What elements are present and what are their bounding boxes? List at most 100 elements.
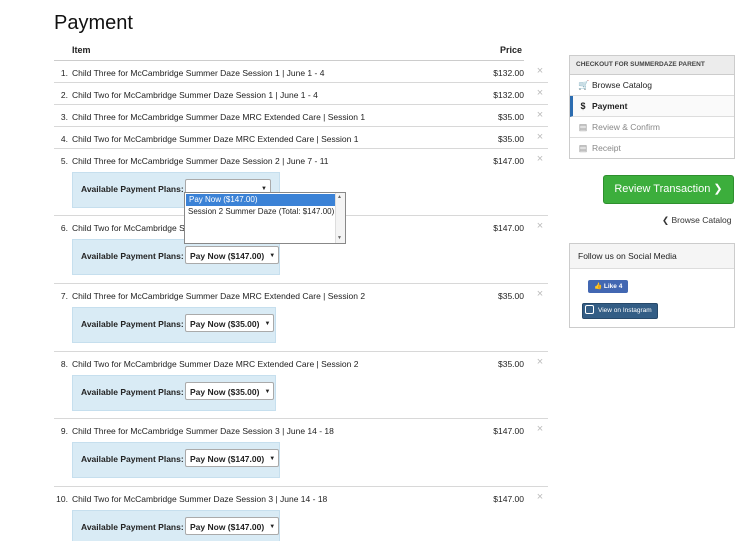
price-column-header: Price (499, 45, 522, 55)
browse-catalog-label: Browse Catalog (671, 215, 732, 225)
table-header: Item Price (54, 40, 524, 61)
item-price: $132.00 (493, 90, 524, 100)
step-review-confirm: ▤ Review & Confirm (570, 117, 734, 138)
step-payment[interactable]: $ Payment (570, 96, 734, 117)
item-name: Child Two for McCambridge Summer Daze MR… (72, 134, 359, 144)
checkout-header: CHECKOUT FOR SUMMERDAZE PARENT (570, 56, 734, 75)
table-row: 7. Child Three for McCambridge Summer Da… (54, 284, 548, 352)
instagram-button[interactable]: View on Instagram (582, 303, 658, 319)
item-price: $147.00 (493, 426, 524, 436)
facebook-like-label: Like 4 (603, 283, 623, 290)
payment-plan-box: Available Payment Plans: Pay Now ($147.0… (72, 510, 280, 541)
row-number: 10. (56, 494, 68, 504)
remove-icon[interactable]: × (534, 153, 546, 165)
dropdown-scrollbar[interactable]: ▲ ▼ (335, 193, 345, 243)
payment-plan-box: Available Payment Plans: Pay Now ($147.0… (72, 442, 280, 478)
payment-plan-select[interactable]: Pay Now ($147.00) ▼ (185, 517, 280, 535)
row-number: 2. (60, 90, 68, 100)
item-name: Child Two for McCambridge Summer Daze Se… (72, 494, 328, 504)
chevron-down-icon: ▼ (264, 321, 271, 327)
payment-plan-dropdown-list[interactable]: Pay Now ($147.00) Session 2 Summer Daze … (184, 192, 346, 244)
step-label: Browse Catalog (592, 80, 653, 90)
chevron-down-icon: ▼ (264, 389, 271, 395)
dropdown-option[interactable]: Session 2 Summer Daze (Total: $147.00) (185, 206, 345, 218)
scroll-up-icon[interactable]: ▲ (337, 194, 342, 200)
payment-plan-box: Available Payment Plans: Pay Now ($35.00… (72, 375, 276, 411)
table-row: 2. Child Two for McCambridge Summer Daze… (54, 83, 548, 105)
social-header: Follow us on Social Media (570, 244, 734, 269)
item-name: Child Three for McCambridge Summer Daze … (72, 291, 366, 301)
item-name: Child Three for McCambridge Summer Daze … (72, 68, 325, 78)
review-icon: ▤ (578, 122, 588, 132)
payment-plan-label: Available Payment Plans: (81, 454, 184, 464)
payment-plan-value: Pay Now ($147.00) (190, 251, 265, 261)
review-transaction-button[interactable]: Review Transaction ❯ (603, 175, 734, 204)
row-number: 9. (60, 426, 68, 436)
remove-icon[interactable]: × (534, 423, 546, 435)
payment-plan-value: Pay Now ($35.00) (190, 387, 260, 397)
scroll-down-icon[interactable]: ▼ (337, 235, 342, 241)
payment-plan-label: Available Payment Plans: (81, 319, 184, 329)
item-name: Child Two for McCambridge Summer Daze Se… (72, 90, 318, 100)
row-number: 1. (60, 68, 68, 78)
row-number: 7. (60, 291, 68, 301)
payment-plan-value: Pay Now ($147.00) (190, 454, 265, 464)
payment-plan-label: Available Payment Plans: (81, 251, 184, 261)
payment-plan-box: Available Payment Plans: Pay Now ($35.00… (72, 307, 276, 343)
payment-plan-select[interactable]: Pay Now ($147.00) ▼ (185, 246, 280, 264)
chevron-left-icon: ❮ (662, 215, 670, 225)
item-price: $35.00 (498, 359, 524, 369)
remove-icon[interactable]: × (534, 220, 546, 232)
table-row: 3. Child Three for McCambridge Summer Da… (54, 105, 548, 127)
thumbs-up-icon: 👍 (594, 283, 603, 290)
table-row: 4. Child Two for McCambridge Summer Daze… (54, 127, 548, 149)
step-label: Payment (592, 101, 628, 111)
step-label: Receipt (592, 143, 621, 153)
item-price: $35.00 (498, 134, 524, 144)
remove-icon[interactable]: × (534, 65, 546, 77)
dropdown-option[interactable]: Pay Now ($147.00) (186, 194, 335, 206)
browse-catalog-link[interactable]: ❮ Browse Catalog (662, 215, 732, 226)
remove-icon[interactable]: × (534, 109, 546, 121)
facebook-like-button[interactable]: 👍 Like 4 (588, 280, 629, 293)
item-price: $132.00 (493, 68, 524, 78)
item-name: Child Three for McCambridge Summer Daze … (72, 156, 329, 166)
row-number: 4. (60, 134, 68, 144)
table-row: 8. Child Two for McCambridge Summer Daze… (54, 352, 548, 419)
row-number: 6. (60, 223, 68, 233)
table-row: 9. Child Three for McCambridge Summer Da… (54, 419, 548, 487)
step-browse-catalog[interactable]: 🛒 Browse Catalog (570, 75, 734, 96)
instagram-icon (585, 305, 594, 314)
item-name: Child Three for McCambridge Summer Daze … (72, 426, 334, 436)
cart-icon: 🛒 (578, 80, 590, 90)
remove-icon[interactable]: × (534, 131, 546, 143)
payment-plan-select[interactable]: Pay Now ($35.00) ▼ (185, 314, 275, 332)
item-price: $35.00 (498, 291, 524, 301)
payment-plan-select[interactable]: Pay Now ($35.00) ▼ (185, 382, 275, 400)
step-receipt: ▤ Receipt (570, 138, 734, 158)
item-column-header: Item (72, 45, 91, 55)
social-media-panel: Follow us on Social Media 👍 Like 4 View … (569, 243, 735, 328)
instagram-label: View on Instagram (598, 307, 652, 314)
item-name: Child Three for McCambridge Summer Daze … (72, 112, 366, 122)
item-price: $147.00 (493, 156, 524, 166)
remove-icon[interactable]: × (534, 288, 546, 300)
item-name: Child Two for McCambridge S (72, 223, 185, 233)
item-price: $147.00 (493, 494, 524, 504)
table-row: 10. Child Two for McCambridge Summer Daz… (54, 487, 548, 541)
dollar-icon: $ (580, 101, 586, 111)
item-name: Child Two for McCambridge Summer Daze MR… (72, 359, 359, 369)
remove-icon[interactable]: × (534, 87, 546, 99)
payment-plan-select[interactable]: Pay Now ($147.00) ▼ (185, 449, 280, 467)
remove-icon[interactable]: × (534, 356, 546, 368)
chevron-right-icon: ❯ (713, 183, 723, 195)
chevron-down-icon: ▼ (269, 456, 276, 462)
payment-plan-box: Available Payment Plans: Pay Now ($147.0… (72, 239, 280, 275)
item-price: $35.00 (498, 112, 524, 122)
row-number: 8. (60, 359, 68, 369)
item-price: $147.00 (493, 223, 524, 233)
remove-icon[interactable]: × (534, 491, 546, 503)
payment-plan-value: Pay Now ($35.00) (190, 319, 260, 329)
page-title: Payment (54, 12, 133, 34)
review-button-label: Review Transaction (614, 183, 711, 195)
